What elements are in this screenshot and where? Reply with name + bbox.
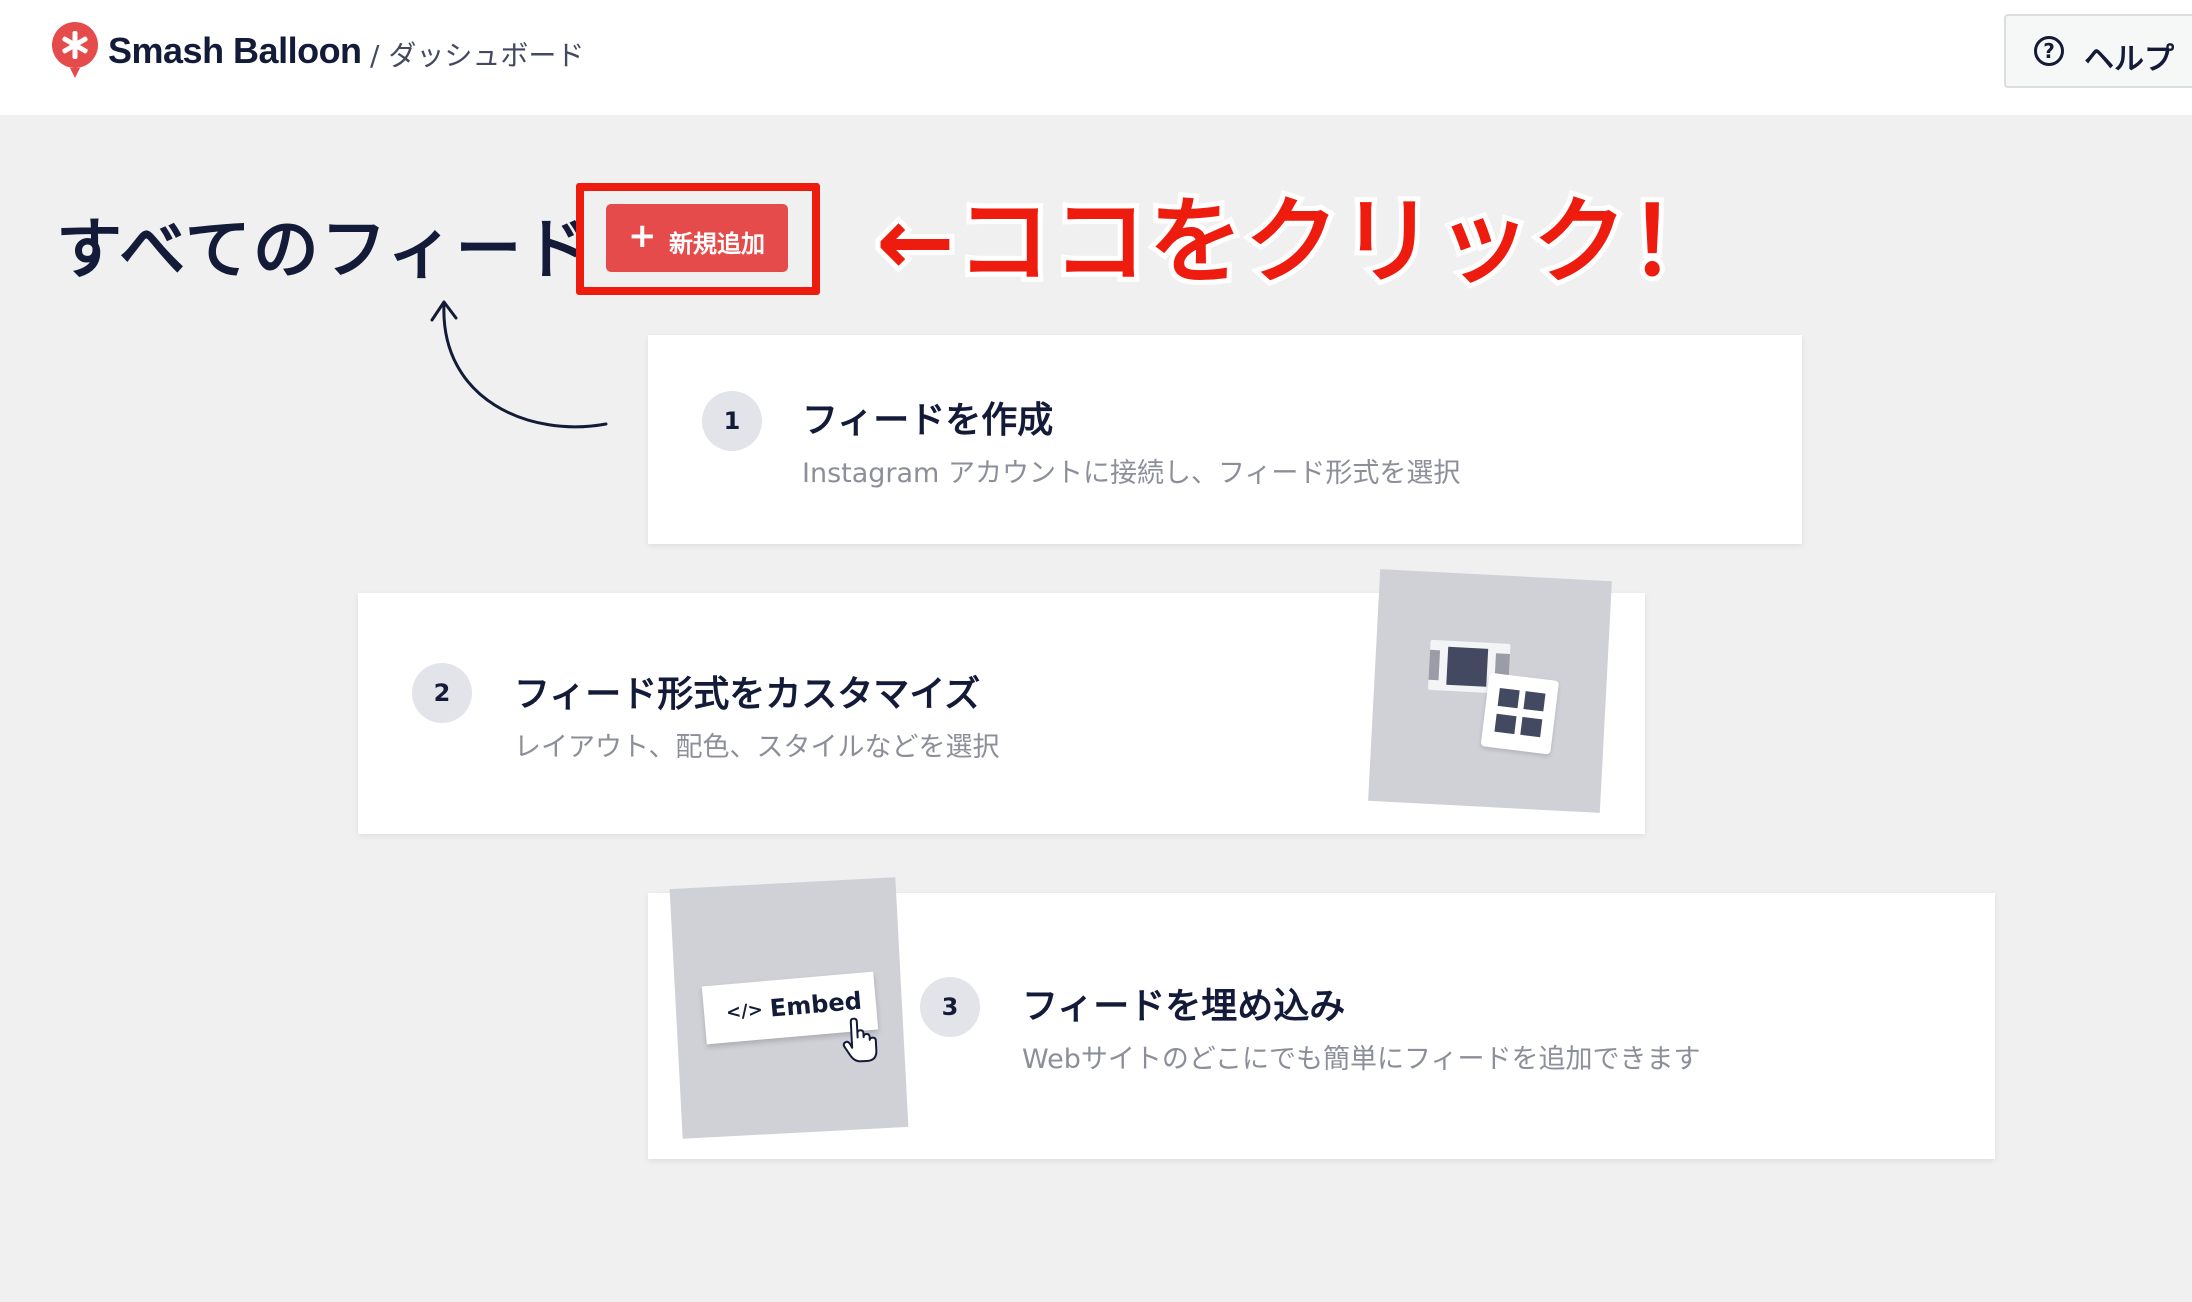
- top-bar: Smash Balloon / ダッシュボード ? ヘルプ: [0, 0, 2192, 115]
- customize-illustration: [1368, 569, 1612, 813]
- hand-pointer-icon: [842, 1017, 878, 1063]
- curved-arrow-icon: [430, 300, 608, 429]
- balloon-logo-icon: [52, 22, 98, 78]
- add-new-label: 新規追加: [669, 230, 765, 258]
- brand-name[interactable]: Smash Balloon: [108, 30, 362, 72]
- step-number: 1: [702, 391, 762, 451]
- step-description: Instagram アカウントに接続し、フィード形式を選択: [802, 458, 1461, 489]
- step-number: 2: [412, 663, 472, 723]
- step-description: Webサイトのどこにでも簡単にフィードを追加できます: [1022, 1044, 1701, 1075]
- help-label: ヘルプ: [2084, 42, 2174, 77]
- code-icon: </>: [725, 999, 764, 1024]
- step-title: フィードを作成: [802, 400, 1054, 441]
- step-title: フィード形式をカスタマイズ: [514, 674, 981, 715]
- help-button[interactable]: ? ヘルプ: [2004, 14, 2192, 88]
- click-here-annotation: ←ココをクリック！: [871, 183, 1728, 302]
- plus-icon: +: [628, 216, 657, 256]
- step-title: フィードを埋め込み: [1022, 986, 1346, 1027]
- help-circle-icon: ?: [2034, 36, 2064, 66]
- breadcrumb: / ダッシュボード: [370, 39, 585, 72]
- step-card-create[interactable]: 1 フィードを作成 Instagram アカウントに接続し、フィード形式を選択: [648, 335, 1802, 544]
- annotation-text: ←ココをクリック！: [876, 188, 1725, 297]
- add-new-button[interactable]: + 新規追加: [606, 204, 788, 272]
- embed-illustration: </> Embed: [669, 877, 909, 1139]
- step-number: 3: [920, 977, 980, 1037]
- grid-card: [1480, 672, 1560, 755]
- step-description: レイアウト、配色、スタイルなどを選択: [514, 732, 1000, 763]
- page-title: すべてのフィード: [56, 211, 592, 288]
